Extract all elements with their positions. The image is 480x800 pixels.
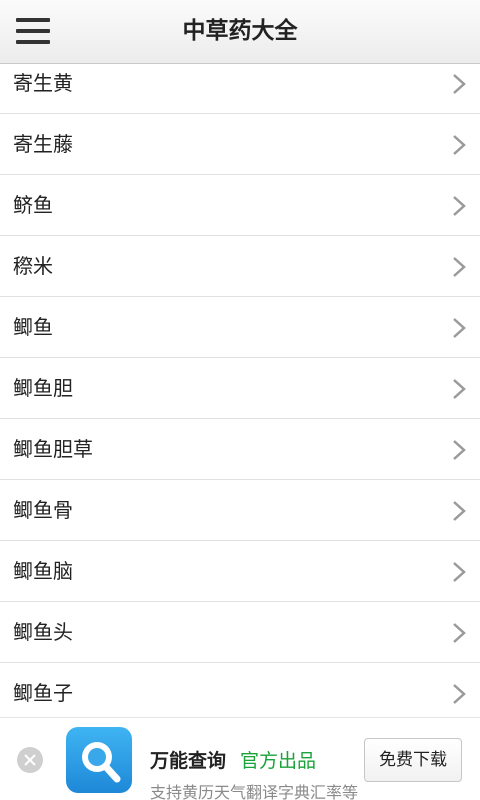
app-screen: 中草药大全 寄生黄 寄生藤 鲚鱼 穄米 鲫鱼 鲫鱼胆 鲫鱼胆草 鲫鱼骨 鲫鱼脑 … bbox=[0, 0, 480, 800]
top-app-bar: 中草药大全 bbox=[0, 0, 480, 64]
chevron-right-icon bbox=[453, 196, 466, 216]
list-item[interactable]: 鲫鱼 bbox=[0, 297, 480, 358]
list-item-label: 鲫鱼头 bbox=[13, 620, 73, 644]
ad-app-name: 万能查询 bbox=[150, 750, 227, 772]
list-item-label: 鲫鱼骨 bbox=[13, 498, 73, 522]
list-item[interactable]: 鲫鱼子 bbox=[0, 663, 480, 717]
list-item[interactable]: 鲫鱼脑 bbox=[0, 541, 480, 602]
list-item-label: 鲫鱼脑 bbox=[13, 559, 73, 583]
chevron-right-icon bbox=[453, 623, 466, 643]
list-item-label: 鲫鱼子 bbox=[13, 681, 73, 705]
close-icon[interactable] bbox=[17, 747, 43, 773]
list-item-label: 鲫鱼胆 bbox=[13, 376, 73, 400]
chevron-right-icon bbox=[453, 257, 466, 277]
list-item[interactable]: 鲫鱼胆草 bbox=[0, 419, 480, 480]
list-item-label: 寄生藤 bbox=[13, 132, 73, 156]
list-item[interactable]: 穄米 bbox=[0, 236, 480, 297]
herb-list: 寄生黄 寄生藤 鲚鱼 穄米 鲫鱼 鲫鱼胆 鲫鱼胆草 鲫鱼骨 鲫鱼脑 鲫鱼头 鲫鱼… bbox=[0, 53, 480, 717]
chevron-right-icon bbox=[453, 74, 466, 94]
list-item-label: 鲫鱼 bbox=[13, 315, 53, 339]
ad-subtitle: 支持黄历天气翻译字典汇率等 bbox=[150, 783, 359, 800]
chevron-right-icon bbox=[453, 684, 466, 704]
list-item-label: 穄米 bbox=[13, 254, 53, 278]
list-item-label: 鲫鱼胆草 bbox=[13, 437, 93, 461]
list-item[interactable]: 鲫鱼胆 bbox=[0, 358, 480, 419]
list-item[interactable]: 鲫鱼骨 bbox=[0, 480, 480, 541]
list-item[interactable]: 寄生藤 bbox=[0, 114, 480, 175]
magnifier-icon[interactable] bbox=[66, 727, 132, 793]
page-title: 中草药大全 bbox=[182, 18, 298, 44]
chevron-right-icon bbox=[453, 562, 466, 582]
list-item[interactable]: 鲚鱼 bbox=[0, 175, 480, 236]
ad-official-label: 官方出品 bbox=[240, 750, 317, 772]
chevron-right-icon bbox=[453, 379, 466, 399]
chevron-right-icon bbox=[453, 440, 466, 460]
list-item[interactable]: 鲫鱼头 bbox=[0, 602, 480, 663]
chevron-right-icon bbox=[453, 135, 466, 155]
chevron-right-icon bbox=[453, 318, 466, 338]
chevron-right-icon bbox=[453, 501, 466, 521]
list-item-label: 鲚鱼 bbox=[13, 193, 53, 217]
free-download-button[interactable]: 免费下载 bbox=[364, 738, 462, 782]
